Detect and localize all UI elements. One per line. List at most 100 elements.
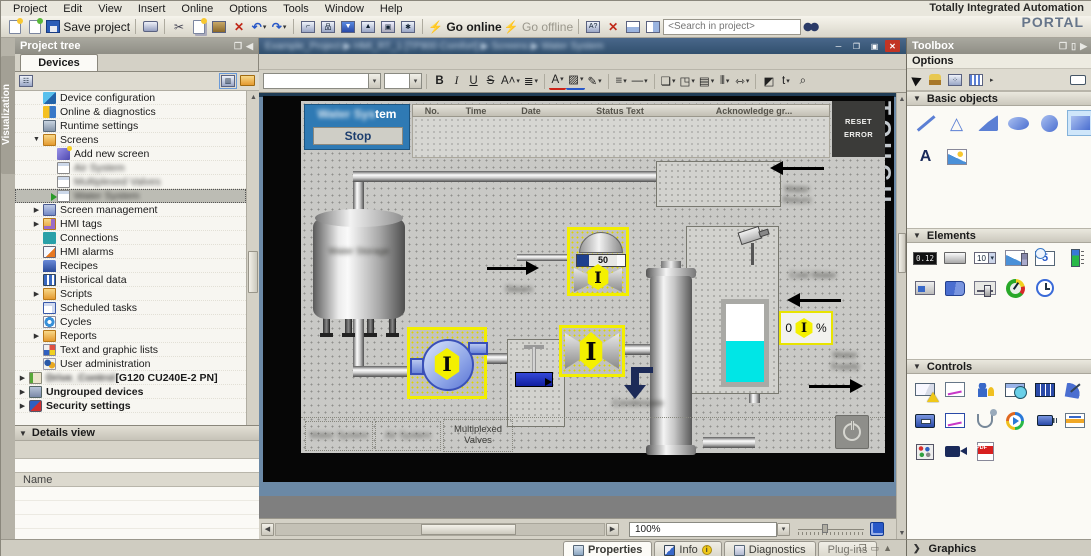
level-tank[interactable] xyxy=(721,299,769,387)
symbol-library-tool-icon[interactable] xyxy=(943,278,967,298)
user-view-control-icon[interactable] xyxy=(973,379,997,400)
nav-multiplexed-valves-button[interactable]: Multiplexed Valves xyxy=(443,419,513,452)
font-size-select[interactable]: ▾ xyxy=(384,73,422,89)
devices-tab[interactable]: Devices xyxy=(20,54,98,71)
tree-item-drive-device[interactable]: ▶ Drive_Control [G120 CU240E-2 PN] xyxy=(15,371,246,385)
alarm-view-header[interactable]: No. Time Date Status Text Acknowledge gr… xyxy=(412,104,830,117)
redo-dropdown[interactable]: ▾ xyxy=(283,23,287,31)
text-field-tool-icon[interactable]: A xyxy=(913,145,938,169)
tree-scrollbar[interactable]: ▲ ▼ xyxy=(246,91,259,462)
tab-order-button[interactable]: ◩ xyxy=(760,72,777,90)
tree-item-scheduled-tasks[interactable]: Scheduled tasks xyxy=(15,301,246,315)
details-name-column-header[interactable]: Name xyxy=(15,472,259,487)
hmi-screen[interactable]: Water System Stop No. Time Date Status T… xyxy=(301,101,885,455)
elements-section-header[interactable]: ▼ Elements xyxy=(907,228,1091,243)
flow-arrow-right[interactable] xyxy=(487,261,539,275)
font-color-button[interactable]: A ▾ xyxy=(549,72,567,90)
search-project-button[interactable] xyxy=(802,18,820,36)
tab-info[interactable]: Info i xyxy=(654,541,722,556)
rectangle-tool-icon[interactable] xyxy=(1067,110,1091,136)
dropdown-icon[interactable]: ▾ xyxy=(409,74,421,88)
tree-item-screen-management[interactable]: ▶ Screen management xyxy=(15,203,246,217)
line-tool-icon[interactable] xyxy=(913,111,938,135)
cross-reference-button[interactable]: ✕ xyxy=(604,18,622,36)
storage-tank[interactable]: Water Storage xyxy=(313,209,405,337)
graphic-view-tool-icon[interactable] xyxy=(944,145,969,169)
expander-collapsed-icon[interactable]: ▶ xyxy=(31,332,42,340)
align-button[interactable]: ≣ ▾ xyxy=(522,72,540,90)
visualization-rail-tab[interactable]: Visualization xyxy=(1,56,15,174)
split-horizontal-button[interactable] xyxy=(624,18,642,36)
options-dialog-icon[interactable]: ⁘ xyxy=(948,73,962,86)
date-time-field-tool-icon[interactable]: 5 xyxy=(1033,248,1057,268)
minimize-editor-icon[interactable]: ─ xyxy=(831,40,846,52)
editor-title-bar[interactable]: Example_Project ▶ HMI_RT_1 [TP900 Comfor… xyxy=(259,38,906,54)
stop-button[interactable]: Stop xyxy=(313,127,403,145)
button-tool-icon[interactable] xyxy=(943,248,967,268)
search-input[interactable] xyxy=(663,18,802,35)
undo-button[interactable]: ↶ ▾ xyxy=(250,18,268,36)
hscroll-thumb[interactable] xyxy=(421,523,516,535)
pen-color-button[interactable]: ✎ ▾ xyxy=(585,72,603,90)
float-editor-icon[interactable]: ❐ xyxy=(849,40,864,52)
download-to-device-button[interactable]: ▼ xyxy=(339,18,357,36)
strikethrough-button[interactable]: S xyxy=(482,72,499,90)
level-sensor[interactable] xyxy=(737,225,771,269)
dropdown-icon[interactable]: ▾ xyxy=(368,74,380,88)
parameter-view-control-icon[interactable] xyxy=(913,441,937,462)
tree-item-runtime-settings[interactable]: Runtime settings xyxy=(15,119,246,133)
menu-options[interactable]: Options xyxy=(221,2,275,16)
tree-item-ungrouped-devices[interactable]: ▶ Ungrouped devices xyxy=(15,385,246,399)
percent-display-selected[interactable]: 0 I % xyxy=(779,311,833,345)
upload-from-device-button[interactable]: ▲ xyxy=(359,18,377,36)
trend-view-control-icon[interactable] xyxy=(943,379,967,400)
close-editor-icon[interactable]: ✕ xyxy=(885,40,900,52)
pin-panel-icon[interactable]: ▯ xyxy=(1071,41,1076,52)
expander-collapsed-icon[interactable]: ▶ xyxy=(31,206,42,214)
fit-to-window-icon[interactable] xyxy=(870,522,884,536)
start-runtime-button[interactable]: ▣ xyxy=(379,18,397,36)
delete-button[interactable]: ✕ xyxy=(230,18,248,36)
tree-item-security-settings[interactable]: ▶ Security settings xyxy=(15,399,246,413)
bold-button[interactable]: B xyxy=(431,72,448,90)
editor-vertical-scrollbar[interactable]: ▲ ▼ xyxy=(896,93,906,539)
gauge-tool-icon[interactable] xyxy=(1003,278,1027,298)
tree-item-scripts[interactable]: ▶ Scripts xyxy=(15,287,246,301)
zoom-dropdown-icon[interactable]: ▾ xyxy=(777,522,790,536)
diagnostics-control-icon[interactable] xyxy=(973,408,997,431)
menu-tools[interactable]: Tools xyxy=(275,2,317,16)
line-weight-button[interactable]: — ▾ xyxy=(630,72,650,90)
align-objects-button[interactable]: ▤ ▾ xyxy=(697,72,716,90)
undo-dropdown[interactable]: ▾ xyxy=(263,23,267,31)
graphics-section-header[interactable]: ❯ Graphics xyxy=(906,539,1091,556)
same-size-button[interactable]: ⇿ ▾ xyxy=(733,72,751,90)
vscroll-thumb[interactable] xyxy=(898,233,906,273)
expand-panel-icon[interactable]: ▶ xyxy=(1080,41,1087,52)
editor-canvas[interactable]: TOUCH Water System Stop No. Time Date St… xyxy=(259,93,896,518)
connect-button[interactable]: ⌐ xyxy=(299,18,317,36)
tree-item-historical-data[interactable]: Historical data xyxy=(15,273,246,287)
print-button[interactable] xyxy=(141,18,159,36)
zoom-selection-button[interactable]: ⌕ xyxy=(794,72,811,90)
redo-button[interactable]: ↷ ▾ xyxy=(270,18,288,36)
zoom-slider[interactable] xyxy=(798,522,864,536)
bar-tool-icon[interactable] xyxy=(1063,248,1087,268)
basic-objects-section-header[interactable]: ▼ Basic objects xyxy=(907,91,1091,106)
pipe[interactable] xyxy=(353,366,409,377)
tree-item-hmi-tags[interactable]: ▶ HMI tags xyxy=(15,217,246,231)
clock-tool-icon[interactable] xyxy=(1033,278,1057,298)
graphic-io-field-tool-icon[interactable] xyxy=(1003,248,1028,268)
font-size-up-button[interactable]: A˄ ▾ xyxy=(499,72,522,90)
tab-properties[interactable]: Properties xyxy=(563,541,653,556)
tree-item-recipes[interactable]: Recipes xyxy=(15,259,246,273)
switch-tool-icon[interactable] xyxy=(913,278,937,298)
float-panel-icon[interactable]: ❐ xyxy=(1059,41,1067,52)
collapse-panel-icon[interactable]: ◀ xyxy=(246,41,253,52)
stop-runtime-button[interactable]: ✱ xyxy=(399,18,417,36)
text-mode-button[interactable]: t ▾ xyxy=(777,72,794,90)
polygon-tool-icon[interactable] xyxy=(975,111,1000,135)
hscroll-track[interactable] xyxy=(275,522,605,536)
tree-item-online-diagnostics[interactable]: Online & diagnostics xyxy=(15,105,246,119)
copy-button[interactable] xyxy=(190,17,208,36)
pdf-view-control-icon[interactable]: PDF xyxy=(973,441,997,462)
